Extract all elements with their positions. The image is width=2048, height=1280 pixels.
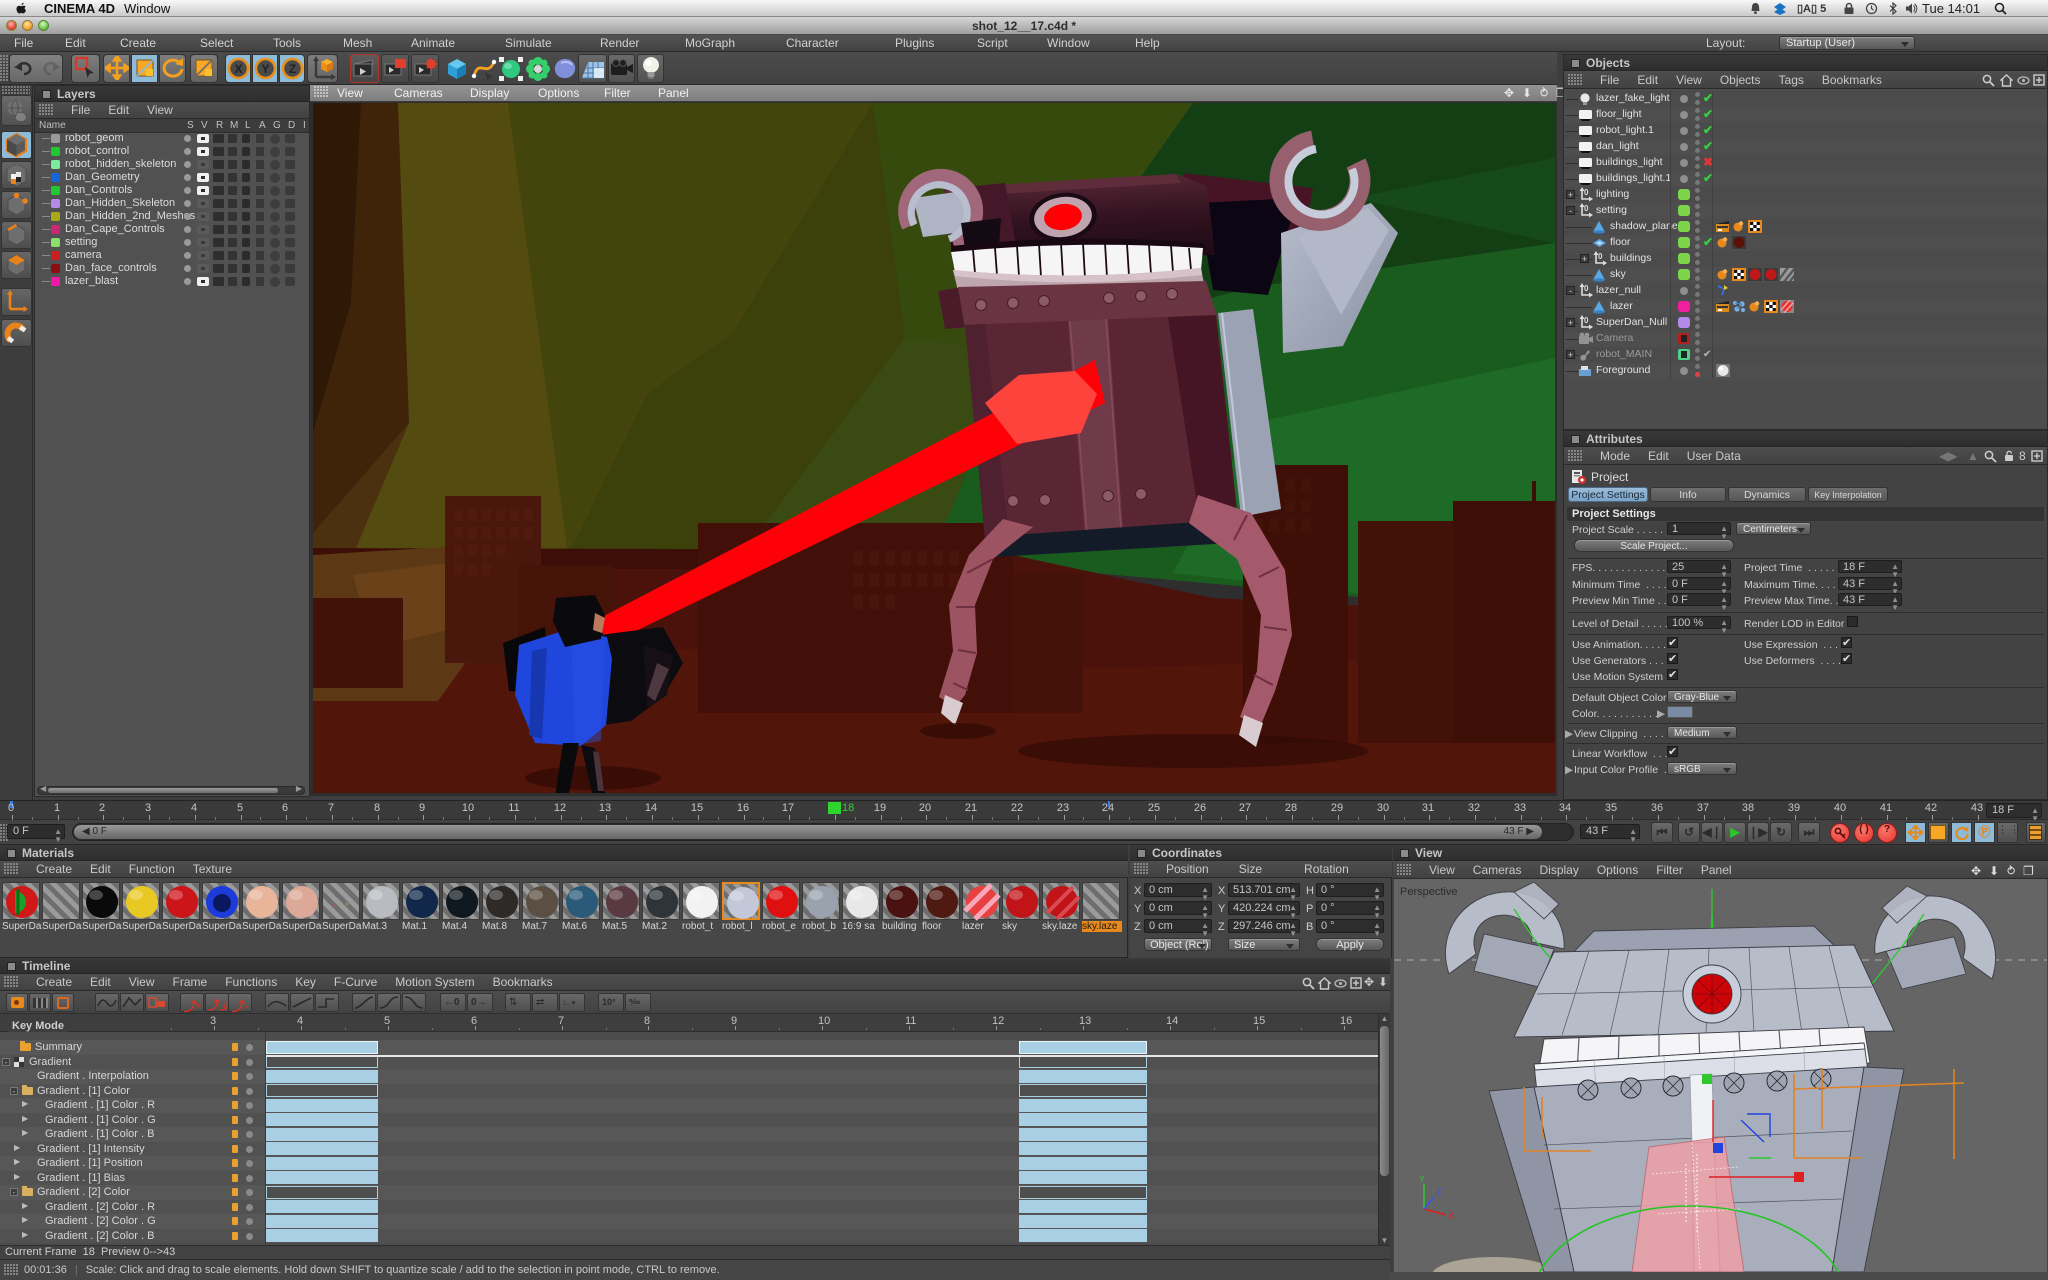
- svg-text:Y: Y: [261, 62, 269, 76]
- svg-text:0: 0: [1598, 252, 1603, 261]
- svg-text:0: 0: [1584, 284, 1589, 293]
- svg-text:0: 0: [1584, 316, 1589, 325]
- svg-text:X: X: [1448, 1211, 1454, 1221]
- svg-text:Perspective: Perspective: [1400, 886, 1457, 898]
- svg-text:Y: Y: [1419, 1174, 1425, 1184]
- svg-text:0: 0: [1584, 204, 1589, 213]
- svg-text:Z: Z: [1436, 1187, 1442, 1197]
- svg-text:Z: Z: [289, 62, 296, 76]
- svg-text:X: X: [234, 62, 242, 76]
- svg-text:0: 0: [1584, 188, 1589, 197]
